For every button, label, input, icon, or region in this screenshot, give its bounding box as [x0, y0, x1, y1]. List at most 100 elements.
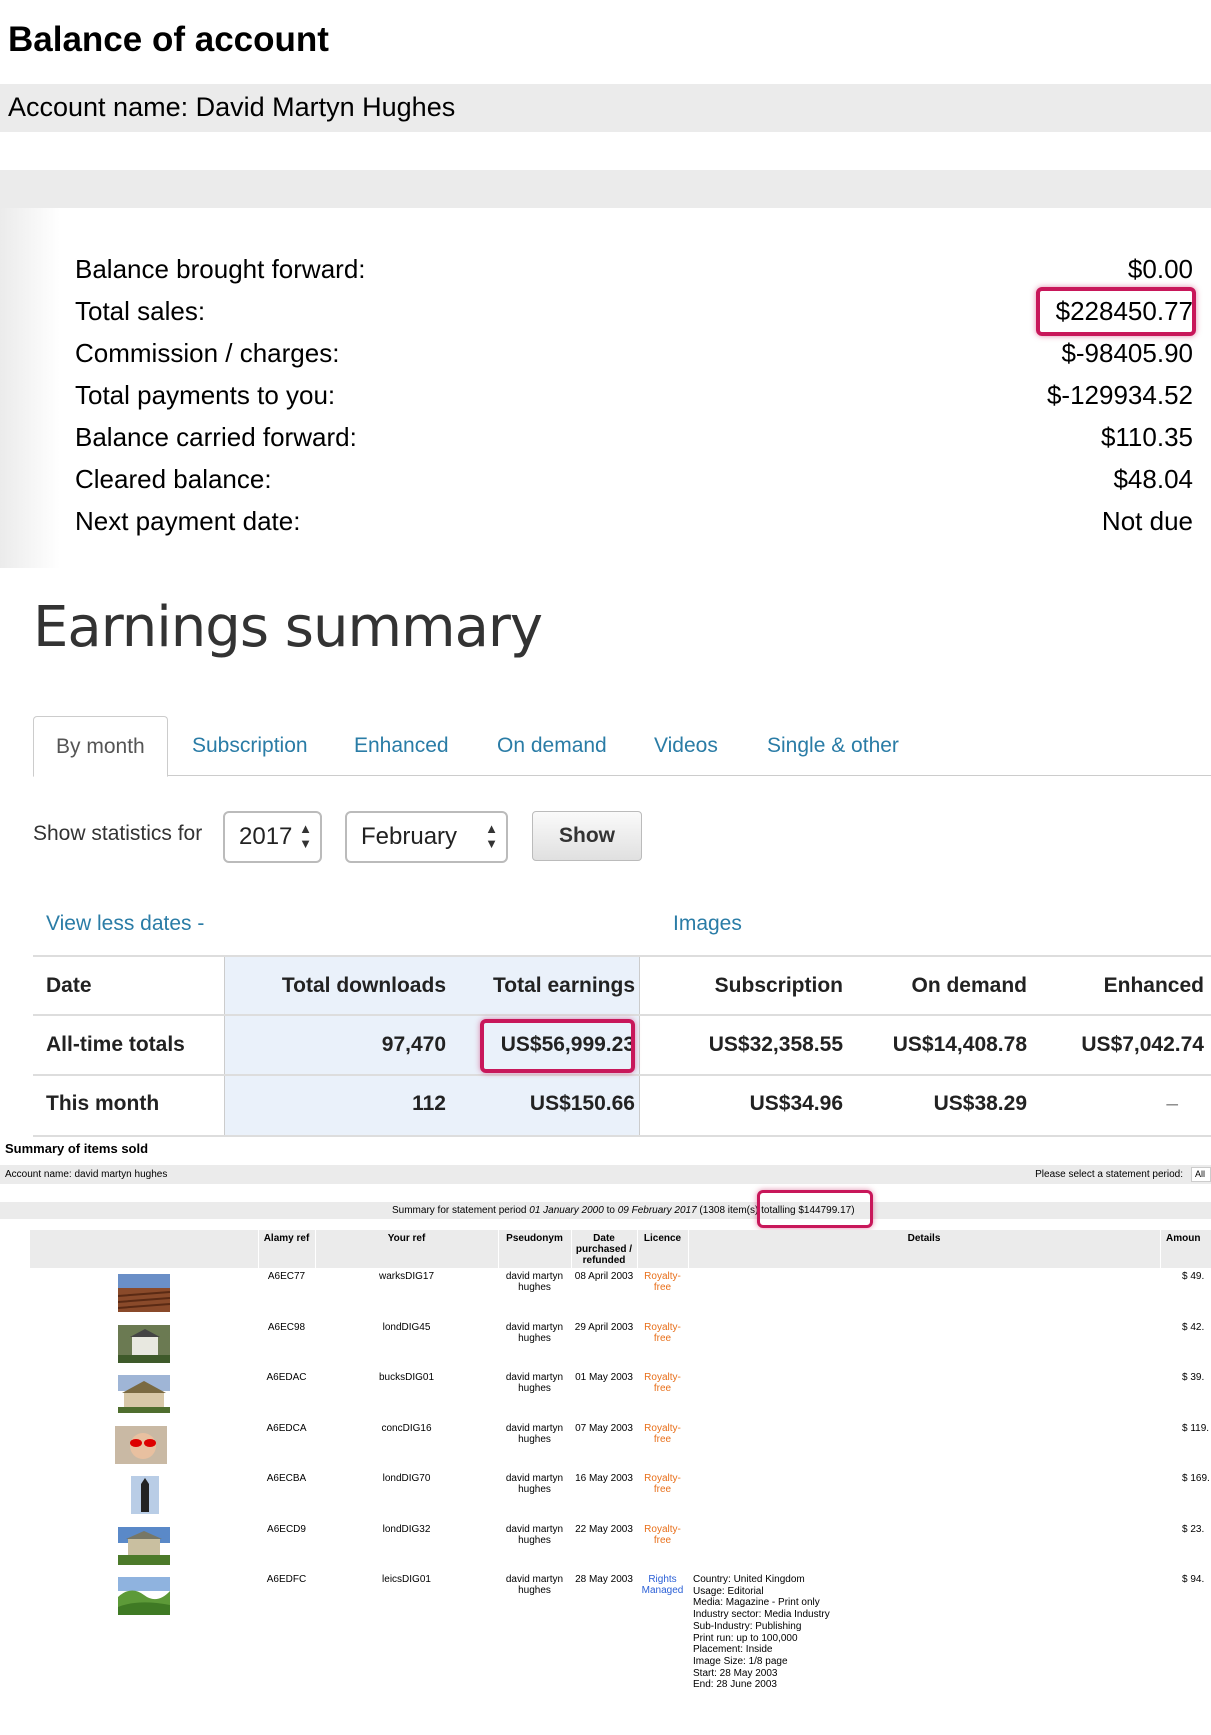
item-your-ref: londDIG70: [382, 1473, 431, 1484]
select-arrows-icon: ▲ ▼: [299, 821, 312, 851]
balance-label: Cleared balance:: [75, 464, 272, 494]
item-your-ref: warksDIG17: [378, 1271, 434, 1282]
balance-row: Commission / charges: $-98405.90: [75, 338, 1193, 380]
item-pseudonym: david martyn hughes: [505, 1574, 564, 1596]
period-prompt: Please select a statement period:: [1035, 1169, 1183, 1180]
item-alamy-ref: A6EDAC: [266, 1372, 307, 1383]
item-date: 01 May 2003: [575, 1372, 633, 1383]
item-amount: $ 169.: [1182, 1473, 1210, 1484]
item-alamy-ref: A6ECD9: [267, 1523, 306, 1535]
item-thumbnail[interactable]: [117, 1274, 171, 1312]
item-thumbnail[interactable]: [118, 1577, 170, 1615]
row-date: All-time totals: [46, 1033, 185, 1056]
tab-by-month[interactable]: By month: [33, 716, 168, 777]
highlight-total-items: [757, 1190, 873, 1228]
item-your-ref: leicsDIG01: [382, 1574, 431, 1585]
row-subscription: US$34.96: [749, 1092, 843, 1115]
item-amount: $ 23.: [1182, 1523, 1205, 1535]
balance-label: Commission / charges:: [75, 338, 340, 368]
item-date: 16 May 2003: [575, 1473, 633, 1484]
row-enhanced: –: [1166, 1092, 1178, 1115]
col-details: Details: [907, 1233, 941, 1244]
show-button[interactable]: Show: [532, 811, 642, 861]
item-alamy-ref: A6EDCA: [266, 1422, 307, 1434]
tab-videos[interactable]: Videos: [654, 716, 718, 776]
item-pseudonym: david martyn hughes: [505, 1321, 564, 1344]
balance-value: $48.04: [1113, 464, 1193, 494]
item-thumbnail[interactable]: [119, 1476, 171, 1514]
item-thumbnail[interactable]: [118, 1324, 170, 1363]
month-select[interactable]: February ▲ ▼: [345, 811, 508, 863]
balance-row: Balance brought forward: $0.00: [75, 254, 1193, 296]
statement-period-bar: Summary for statement period 01 January …: [0, 1202, 1211, 1219]
item-pseudonym: david martyn hughes: [505, 1523, 564, 1546]
row-downloads: 112: [412, 1092, 446, 1115]
header-on-demand: On demand: [911, 974, 1027, 997]
item-alamy-ref: A6EDFC: [266, 1574, 307, 1585]
month-value: February: [361, 823, 458, 850]
row-downloads: 97,470: [381, 1033, 446, 1056]
item-thumbnail[interactable]: [118, 1375, 170, 1413]
account-name-bar: Account name: David Martyn Hughes: [0, 84, 1211, 132]
balance-value: $-129934.52: [1046, 380, 1193, 410]
table-row: A6ECBA londDIG70 david martyn hughes 16 May…: [0, 1470, 1211, 1520]
balance-value: $-98405.90: [1061, 338, 1193, 368]
balance-row: Next payment date: Not due: [75, 506, 1193, 548]
account-name: Account name: David Martyn Hughes: [8, 92, 456, 122]
summary-account-bar: Account name: david martyn hughes Please…: [0, 1165, 1211, 1184]
row-enhanced: US$7,042.74: [1081, 1033, 1204, 1056]
col-your-ref: Your ref: [387, 1233, 426, 1244]
section-divider: [0, 170, 1211, 208]
col-licence: Licence: [643, 1233, 682, 1244]
col-amount: Amoun: [1166, 1233, 1201, 1244]
header-subscription: Subscription: [714, 974, 843, 997]
item-pseudonym: david martyn hughes: [505, 1271, 564, 1293]
header-total-downloads: Total downloads: [281, 974, 446, 997]
tab-on-demand[interactable]: On demand: [497, 716, 607, 776]
item-amount: $ 119.: [1182, 1422, 1210, 1434]
earnings-tabs: By month Subscription Enhanced On demand…: [33, 716, 1211, 777]
balance-value: Not due: [1101, 506, 1193, 536]
header-total-earnings: Total earnings: [493, 974, 635, 997]
item-licence[interactable]: Royalty-free: [637, 1271, 688, 1293]
balance-label: Balance brought forward:: [75, 254, 366, 284]
period-select[interactable]: All: [1191, 1167, 1211, 1182]
balance-label: Balance carried forward:: [75, 422, 357, 452]
item-date: 07 May 2003: [575, 1422, 633, 1434]
tab-enhanced[interactable]: Enhanced: [354, 716, 449, 776]
balance-row: Cleared balance: $48.04: [75, 464, 1193, 506]
select-arrows-icon: ▲ ▼: [485, 821, 498, 851]
item-licence[interactable]: Royalty-free: [637, 1473, 688, 1495]
item-licence[interactable]: Royalty-free: [637, 1524, 688, 1546]
item-licence[interactable]: Royalty-free: [637, 1322, 688, 1344]
summary-account-name: Account name: david martyn hughes: [5, 1169, 168, 1180]
item-date: 22 May 2003: [575, 1523, 633, 1535]
balance-label: Total payments to you:: [75, 380, 336, 410]
item-licence[interactable]: Rights Managed: [637, 1574, 688, 1596]
balance-title: Balance of account: [8, 20, 329, 59]
table-row: A6EDAC bucksDIG01 david martyn hughes 01 Ma…: [0, 1369, 1211, 1419]
item-thumbnail[interactable]: [118, 1526, 170, 1565]
row-earnings: US$150.66: [529, 1092, 635, 1115]
tab-subscription[interactable]: Subscription: [192, 716, 308, 776]
col-date: Date purchased / refunded: [575, 1233, 633, 1266]
show-stats-label: Show statistics for: [33, 822, 203, 845]
view-less-dates-link[interactable]: View less dates -: [46, 912, 204, 936]
balance-panel: Balance brought forward: $0.00 Total sale…: [0, 208, 1211, 568]
year-value: 2017: [239, 823, 293, 850]
highlight-total-sales: [1036, 287, 1196, 336]
table-row: A6EDFC leicsDIG01 david martyn hughes 28 Ma…: [0, 1571, 1211, 1690]
tab-single-other[interactable]: Single & other: [767, 716, 899, 776]
item-pseudonym: david martyn hughes: [505, 1372, 564, 1394]
item-details: Country: United Kingdom Usage: Editorial…: [693, 1574, 830, 1691]
item-licence[interactable]: Royalty-free: [637, 1423, 688, 1445]
balance-label: Total sales:: [75, 296, 206, 326]
balance-label: Next payment date:: [75, 506, 301, 536]
item-thumbnail[interactable]: [115, 1425, 167, 1464]
year-select[interactable]: 2017 ▲ ▼: [223, 811, 322, 863]
item-your-ref: londDIG45: [382, 1321, 431, 1333]
item-licence[interactable]: Royalty-free: [637, 1372, 688, 1394]
item-date: 08 April 2003: [574, 1271, 634, 1282]
earnings-title: Earnings summary: [33, 595, 543, 660]
item-date: 28 May 2003: [575, 1574, 633, 1585]
